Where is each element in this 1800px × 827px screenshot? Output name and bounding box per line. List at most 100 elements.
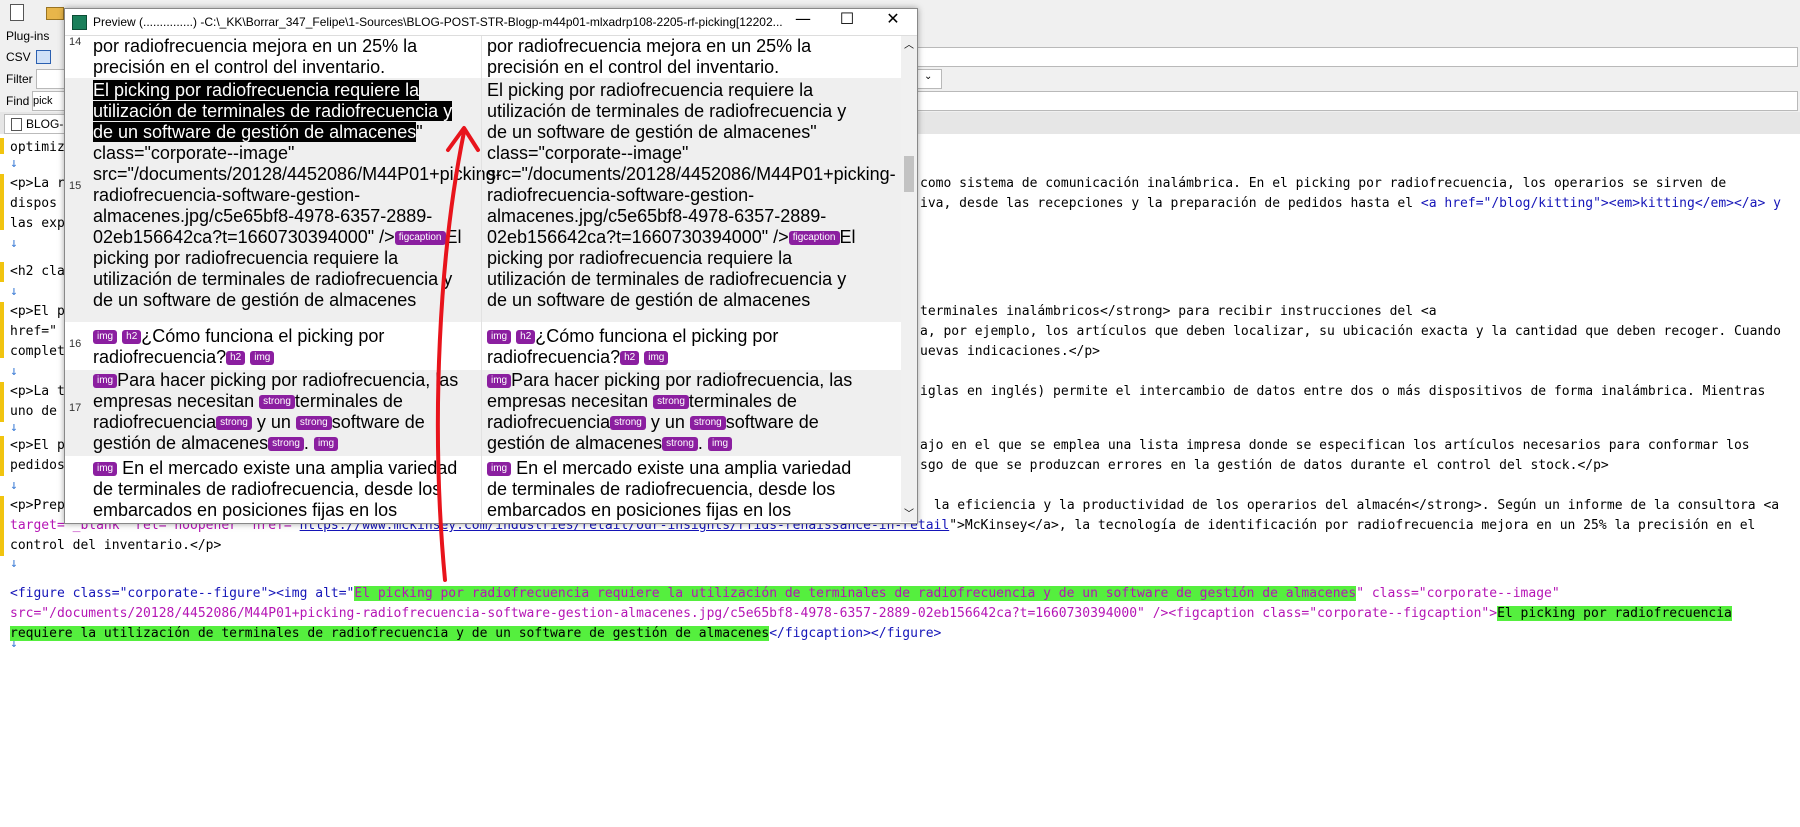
strong-badge: strong [689,416,726,431]
find-label: Find [6,94,30,108]
scrollbar-thumb[interactable] [904,156,914,192]
preview-titlebar[interactable]: Preview (...............) -C:\_KK\Borrar… [65,9,917,36]
diff-text: En el mercado existe una amplia variedad… [487,458,852,520]
diff-row: img En el mercado existe una amplia vari… [65,458,901,522]
find-value: pick [33,95,53,107]
preview-scrollbar[interactable]: ︿ ﹀ [901,36,917,522]
code-line: optimiz [10,140,65,155]
plugins-menu[interactable]: Plug-ins [6,29,49,43]
minimize-button[interactable]: — [781,9,825,35]
code-fragment: uevas indicaciones.</p> [920,344,1101,359]
code-text: ">McKinsey</a>, la tecnología de identif… [949,518,1756,533]
diff-row: 14 por radiofrecuencia mejora en un 25% … [65,36,901,78]
diff-left-cell: img Para hacer picking por radiofrecuenci… [93,370,473,454]
diff-text: El picking por radiofrecuencia requiere … [487,80,896,247]
strong-badge: strong [662,437,698,452]
code-fragment: la eficiencia y la productividad de los … [926,498,1780,513]
csv-field[interactable] [916,47,1798,67]
code-text: <figure class="corporate--figure"><img a… [10,586,355,601]
img-badge: img [487,462,512,477]
diff-left-cell: por radiofrecuencia mejora en un 25% la … [93,36,418,77]
img-badge: img [487,374,512,389]
figure-code-line-2: src="/documents/20128/4452086/M44P01+pic… [10,604,1732,624]
code-text: " class="corporate--image" [1356,586,1560,601]
diff-left-cell: img En el mercado existe una amplia vari… [93,458,473,521]
filter-dropdown[interactable]: ⌄ [916,69,942,89]
figure-code-line-3: requiere la utilización de terminales de… [10,624,941,644]
figure-alt-highlight: El picking por radiofrecuencia requiere … [354,586,1357,601]
filter-input[interactable] [36,69,66,89]
strong-badge: strong [268,437,304,452]
code-fragment: sgo de que se produzcan errores en la ge… [920,458,1609,473]
strong-badge: strong [653,395,689,410]
code-line: <h2 cla [10,264,65,279]
img-badge: img [487,330,512,345]
open-folder-icon[interactable] [46,7,64,20]
code-line: href=" [10,324,57,339]
figcaption-badge: figcaption [394,231,446,246]
code-line: <p>Prep [10,498,65,513]
diff-left-cell: El picking por radiofrecuencia requiere … [93,80,502,311]
code-fragment: iva, desde las recepciones y la preparac… [920,194,1781,214]
code-fragment: a, por ejemplo, los artículos que deben … [920,324,1781,339]
diff-text: En el mercado existe una amplia variedad… [93,458,458,520]
code-line: <p>La t [10,384,65,399]
selected-alt-text: El picking por radiofrecuencia requiere … [93,80,453,142]
figcaption-highlight: requiere la utilización de terminales de… [10,626,770,641]
change-marker [0,436,4,476]
filter-label: Filter [6,72,33,86]
h2-badge: h2 [620,351,640,366]
return-icon: ↓ [10,364,18,379]
return-icon: ↓ [10,236,18,251]
h2-badge: h2 [226,351,246,366]
find-options-field[interactable] [916,91,1798,111]
scroll-down-icon[interactable]: ﹀ [904,505,914,520]
chevron-down-icon: ⌄ [924,71,933,82]
diff-text: y un [645,412,690,432]
scroll-up-icon[interactable]: ︿ [904,36,914,51]
row-number: 16 [69,338,82,350]
preview-window[interactable]: Preview (...............) -C:\_KK\Borrar… [64,8,918,524]
new-file-icon[interactable] [10,4,24,21]
figcaption-highlight: El picking por radiofrecuencia [1497,606,1732,621]
diff-right-cell: img Para hacer picking por radiofrecuenci… [487,370,867,454]
code-line: <p>El p [10,304,65,319]
img-badge: img [313,437,339,452]
code-line: pedidos [10,458,65,473]
diff-right-cell: img h2 ¿Cómo funciona el picking por radi… [487,326,867,368]
img-badge: img [93,374,118,389]
table-icon[interactable] [36,50,51,64]
code-fragment: como sistema de comunicación inalámbrica… [920,176,1727,191]
diff-row: 16 img h2 ¿Cómo funciona el picking por r… [65,326,901,370]
change-marker [0,382,4,422]
csv-label: CSV [6,50,31,64]
preview-diff-table: 14 por radiofrecuencia mejora en un 25% … [65,36,901,522]
code-line: control del inventario.</p> [10,538,222,553]
row-number: 15 [69,180,82,192]
diff-text: . [303,433,309,453]
figcaption-badge: figcaption [788,231,840,246]
h2-badge: h2 [516,330,536,345]
row-number: 17 [69,402,82,414]
img-badge: img [93,330,118,345]
diff-text: . [697,433,703,453]
find-input[interactable]: pick [32,91,66,111]
maximize-button[interactable]: ☐ [825,9,869,35]
code-text: src="/documents/20128/4452086/M44P01+pic… [10,606,1498,621]
close-button[interactable]: ✕ [871,9,915,35]
img-badge: img [644,351,669,366]
diff-right-cell: img En el mercado existe una amplia vari… [487,458,867,521]
code-line: dispos [10,196,57,211]
code-line: <p>La r [10,176,65,191]
diff-text: y un [251,412,296,432]
change-marker [0,174,4,230]
strong-badge: strong [295,416,332,431]
img-badge: img [250,351,275,366]
kitting-link-code: <a href="/blog/kitting"><em>kitting</em>… [1420,196,1781,211]
code-fragment: iglas en inglés) permite el intercambio … [920,384,1766,399]
diff-row: 15 El picking por radiofrecuencia requie… [65,78,901,322]
return-icon: ↓ [10,420,18,435]
diff-right-cell: El picking por radiofrecuencia requiere … [487,80,896,311]
code-fragment: terminales inalámbricos</strong> para re… [920,304,1437,319]
img-badge: img [707,437,733,452]
